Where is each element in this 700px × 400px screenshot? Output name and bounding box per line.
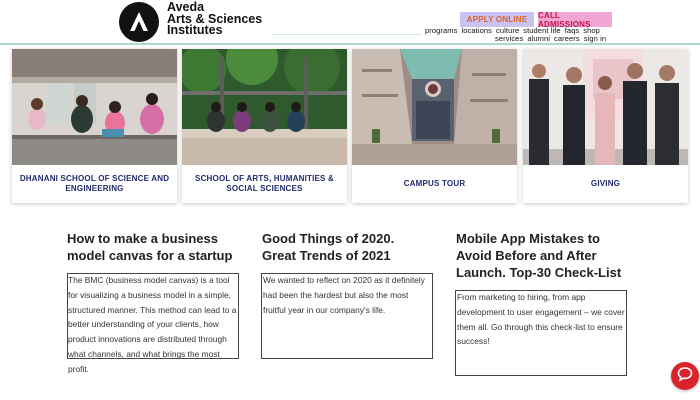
excerpt-line: structured manner. This method can lead … (68, 304, 237, 315)
logo-line-3: Institutes (167, 23, 223, 37)
excerpt-line: them all. Go through this check-list to … (457, 321, 623, 332)
chat-button[interactable] (671, 362, 699, 390)
excerpt-line: We wanted to reflect on 2020 as it defin… (263, 275, 425, 285)
excerpt-line: fruitful year in our company's life. (263, 304, 386, 315)
excerpt-line: had been the hardest but also the most (263, 289, 409, 300)
nav-link-sign-in[interactable]: sign in (584, 34, 606, 43)
nav-link-services[interactable]: services (495, 34, 523, 43)
post-title[interactable]: Mobile App Mistakes to Avoid Before and … (456, 230, 631, 281)
logo-icon[interactable] (119, 2, 159, 42)
call-admissions-button[interactable]: CALL ADMISSIONS (538, 11, 612, 29)
excerpt-line: for visualizing a business model in a si… (68, 289, 231, 300)
site-header: Aveda Arts & Sciences Institutes APPLY O… (0, 0, 700, 45)
post-excerpt-3: From marketing to hiring, from app devel… (457, 290, 629, 349)
nav-link-programs[interactable]: programs (425, 26, 457, 35)
excerpt-line: success! (457, 336, 490, 347)
header-divider (272, 34, 422, 35)
chat-bubble-icon (677, 366, 693, 386)
science-lab-photo (12, 49, 177, 165)
card-label-giving[interactable]: GIVING (527, 165, 684, 203)
main-nav-row-2: services alumni careers sign in (495, 34, 610, 43)
card-giving[interactable]: GIVING (523, 49, 688, 203)
arts-students-photo (182, 49, 347, 165)
apply-online-button[interactable]: APPLY ONLINE (460, 12, 534, 27)
header-bottom-rule (0, 43, 700, 45)
blog-post-3: Mobile App Mistakes to Avoid Before and … (456, 230, 631, 281)
excerpt-line: The BMC (business model canvas) is a too… (68, 275, 230, 285)
card-school-of-science[interactable]: DHANANI SCHOOL OF SCIENCE AND ENGINEERIN… (12, 49, 177, 203)
card-label-science[interactable]: DHANANI SCHOOL OF SCIENCE AND ENGINEERIN… (16, 165, 173, 203)
excerpt-line: what channels, and what brings the most (68, 348, 220, 359)
excerpt-line: development to user engagement – we cove… (457, 306, 625, 317)
nav-link-careers[interactable]: careers (554, 34, 580, 43)
card-school-of-arts[interactable]: SCHOOL OF ARTS, HUMANITIES & SOCIAL SCIE… (182, 49, 347, 203)
excerpt-line: From marketing to hiring, from app (457, 292, 586, 302)
card-label-arts[interactable]: SCHOOL OF ARTS, HUMANITIES & SOCIAL SCIE… (186, 165, 343, 203)
card-campus-tour[interactable]: CAMPUS TOUR (352, 49, 517, 203)
excerpt-line: product innovations are distributed thro… (68, 334, 227, 345)
giving-photo (523, 49, 688, 165)
excerpt-line: profit. (68, 363, 89, 374)
post-excerpt-1: The BMC (business model canvas) is a too… (68, 273, 246, 377)
post-title[interactable]: Good Things of 2020. Great Trends of 202… (262, 230, 422, 264)
blog-post-2: Good Things of 2020. Great Trends of 202… (262, 230, 422, 264)
post-excerpt-2: We wanted to reflect on 2020 as it defin… (263, 273, 435, 317)
logo-wordmark[interactable]: Aveda Arts & Sciences Institutes (167, 1, 262, 37)
nav-link-alumni[interactable]: alumni (527, 34, 550, 43)
card-label-campus-tour[interactable]: CAMPUS TOUR (356, 165, 513, 203)
nav-link-locations[interactable]: locations (461, 26, 492, 35)
excerpt-line: better understanding of your clients, ho… (68, 319, 219, 330)
campus-photo (352, 49, 517, 165)
post-title[interactable]: How to make a business model canvas for … (67, 230, 247, 264)
blog-post-1: How to make a business model canvas for … (67, 230, 247, 264)
